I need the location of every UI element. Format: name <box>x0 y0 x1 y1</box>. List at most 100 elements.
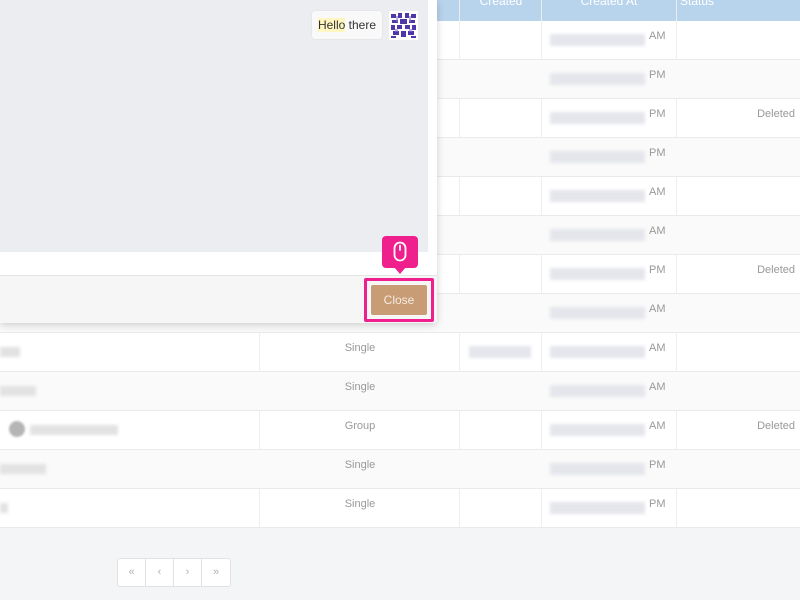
created-cell <box>461 411 541 449</box>
created-at-cell: PM <box>542 99 676 137</box>
status-cell <box>677 138 800 176</box>
created-at-value <box>550 73 645 85</box>
created-at-meridiem: AM <box>649 381 666 393</box>
member-avatar <box>9 421 25 437</box>
conversation-type: Single <box>344 381 376 393</box>
conversation-name <box>0 503 8 513</box>
header-created[interactable]: Created <box>460 0 542 15</box>
created-at-meridiem: PM <box>649 108 666 120</box>
created-at-value <box>550 34 645 46</box>
created-cell <box>461 333 541 371</box>
created-at-value <box>550 346 645 358</box>
table-row[interactable]: Single AM <box>0 333 800 372</box>
created-at-meridiem: PM <box>649 69 666 81</box>
conversation-name <box>30 425 118 435</box>
created-at-value <box>550 112 645 124</box>
status-cell <box>677 60 800 98</box>
created-at-meridiem: AM <box>649 225 666 237</box>
chat-messages-area[interactable]: Hello there <box>0 0 428 252</box>
created-cell <box>461 489 541 527</box>
created-value <box>469 346 531 358</box>
created-at-meridiem: PM <box>649 147 666 159</box>
last-page-button[interactable]: » <box>202 559 230 586</box>
created-at-cell: AM <box>542 411 676 449</box>
created-at-meridiem: PM <box>649 459 666 471</box>
created-cell <box>461 372 541 410</box>
table-row[interactable]: Group AM Deleted <box>0 411 800 450</box>
created-at-value <box>550 385 645 397</box>
status-cell <box>677 216 800 254</box>
conversation-name <box>0 386 36 396</box>
created-at-value <box>550 307 645 319</box>
created-cell <box>461 21 541 59</box>
created-at-value <box>550 463 645 475</box>
created-at-value <box>550 229 645 241</box>
created-at-meridiem: PM <box>649 498 666 510</box>
created-cell <box>461 60 541 98</box>
message-text: there <box>345 18 376 32</box>
created-at-cell: AM <box>542 333 676 371</box>
created-at-cell: AM <box>542 177 676 215</box>
prev-page-button[interactable]: ‹ <box>146 559 174 586</box>
created-at-cell: AM <box>542 21 676 59</box>
conversation-type: Single <box>344 459 376 471</box>
status-cell <box>677 333 800 371</box>
created-cell <box>461 138 541 176</box>
table-row[interactable]: Single AM <box>0 372 800 411</box>
created-at-value <box>550 424 645 436</box>
created-at-cell: AM <box>542 216 676 254</box>
conversation-type: Single <box>344 498 376 510</box>
created-at-cell: PM <box>542 450 676 488</box>
first-page-button[interactable]: « <box>118 559 146 586</box>
created-at-meridiem: AM <box>649 342 666 354</box>
created-cell <box>461 450 541 488</box>
sender-avatar <box>389 11 418 40</box>
created-at-meridiem: AM <box>649 420 666 432</box>
table-row[interactable]: Single PM <box>0 450 800 489</box>
created-at-meridiem: AM <box>649 186 666 198</box>
close-button[interactable]: Close <box>371 285 427 315</box>
created-cell <box>461 216 541 254</box>
created-at-meridiem: PM <box>649 264 666 276</box>
status-cell <box>677 21 800 59</box>
message-bubble: Hello there <box>311 11 382 39</box>
created-at-value <box>550 502 645 514</box>
created-at-value <box>550 268 645 280</box>
created-at-meridiem: AM <box>649 303 666 315</box>
created-cell <box>461 255 541 293</box>
created-at-cell: PM <box>542 60 676 98</box>
next-page-button[interactable]: › <box>174 559 202 586</box>
created-at-meridiem: AM <box>649 30 666 42</box>
created-cell <box>461 294 541 332</box>
created-at-cell: PM <box>542 255 676 293</box>
header-created-at[interactable]: Created At <box>542 0 676 15</box>
created-at-cell: AM <box>542 294 676 332</box>
header-status[interactable]: Status <box>677 0 717 15</box>
created-at-cell: PM <box>542 489 676 527</box>
status-cell <box>677 294 800 332</box>
status-cell: Deleted <box>757 108 795 120</box>
conversation-type: Group <box>344 420 376 432</box>
conversation-name <box>0 464 46 474</box>
created-cell <box>461 177 541 215</box>
click-indicator <box>382 236 418 274</box>
conversation-type: Single <box>344 342 376 354</box>
status-cell <box>677 489 800 527</box>
status-cell <box>677 450 800 488</box>
created-at-cell: PM <box>542 138 676 176</box>
chat-scrollbar[interactable] <box>428 0 437 275</box>
conversation-name <box>0 347 20 357</box>
created-cell <box>461 99 541 137</box>
created-at-cell: AM <box>542 372 676 410</box>
table-row[interactable]: Single PM <box>0 489 800 528</box>
created-at-value <box>550 151 645 163</box>
message-highlight: Hello <box>317 18 346 32</box>
pagination: « ‹ › » <box>117 558 231 587</box>
status-cell <box>677 177 800 215</box>
created-at-value <box>550 190 645 202</box>
status-cell: Deleted <box>757 264 795 276</box>
status-cell: Deleted <box>757 420 795 432</box>
conversation-modal: Hello there <box>0 0 437 323</box>
mouse-icon <box>393 241 407 262</box>
status-cell <box>677 372 800 410</box>
